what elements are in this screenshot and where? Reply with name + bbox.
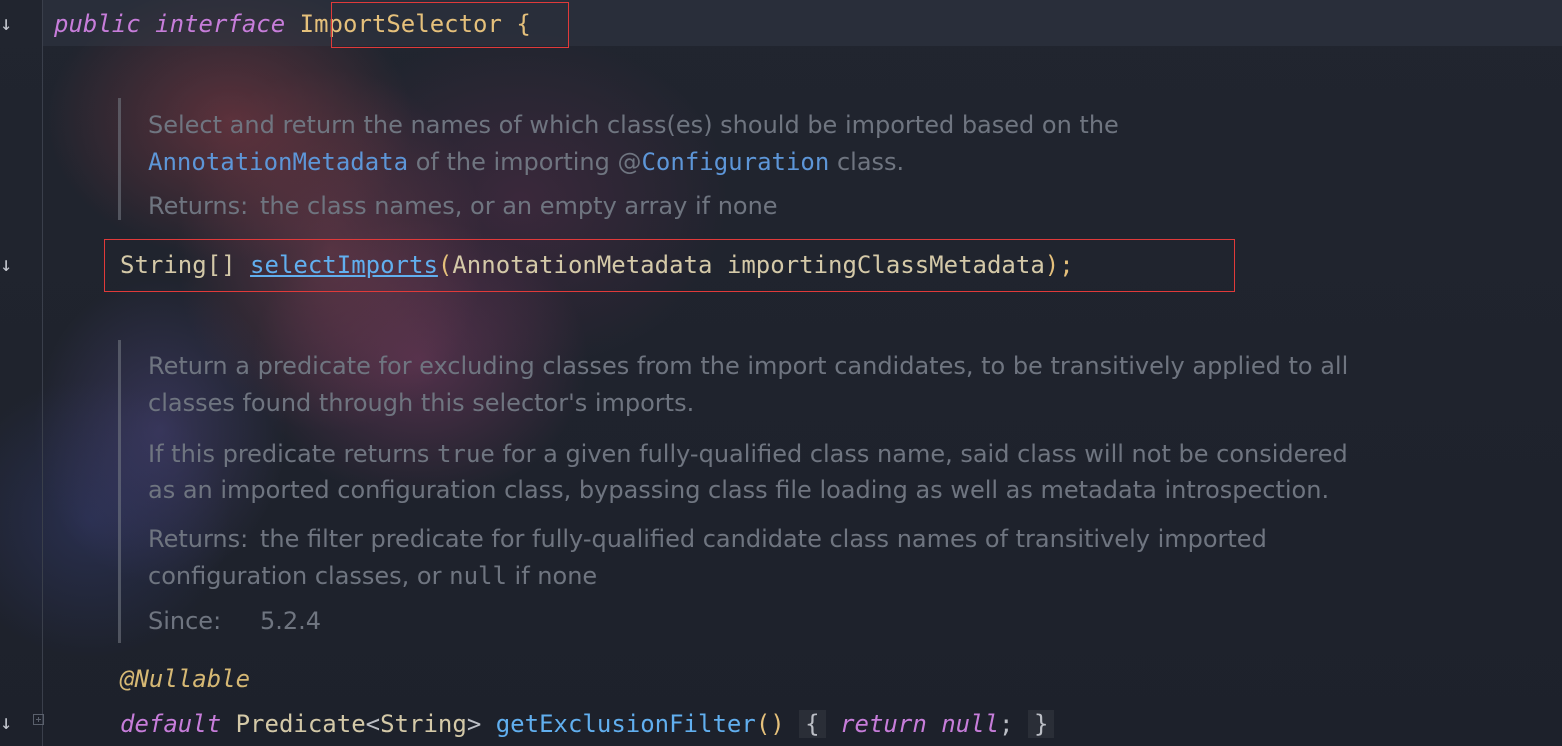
return-type: String[] [120, 251, 236, 279]
annotation-nullable[interactable]: @Nullable [120, 665, 250, 693]
doc-text: If this predicate returns [148, 440, 438, 468]
implemented-icon[interactable]: ↓ [0, 712, 14, 732]
method-name-select-imports[interactable]: selectImports [250, 251, 438, 279]
method-get-exclusion-filter-line[interactable]: default Predicate<String> getExclusionFi… [120, 710, 1055, 738]
open-brace: { [516, 10, 531, 38]
interface-declaration-line[interactable]: public interface ImportSelector { [54, 10, 531, 38]
close-paren-semicolon: ); [1044, 251, 1074, 279]
return-type: Predicate [235, 710, 366, 738]
open-paren: ( [437, 251, 453, 279]
doc-text: if none [506, 562, 598, 590]
doc-link-annotation-metadata[interactable]: AnnotationMetadata [148, 148, 408, 176]
doc-returns-tag: Returns: [148, 525, 249, 553]
folded-close-brace[interactable]: } [1027, 710, 1055, 738]
keyword-return: return [840, 710, 927, 738]
doc-comment-line: as an imported configuration class, bypa… [148, 476, 1330, 504]
generic-open: < [365, 710, 381, 738]
doc-comment-line: Return a predicate for excluding classes… [148, 352, 1349, 380]
doc-returns-tag: Returns: [148, 192, 249, 220]
param-name: importingClassMetadata [726, 251, 1045, 279]
implemented-icon[interactable]: ↓ [0, 13, 14, 33]
doc-comment-bar [118, 340, 121, 643]
keyword-public: public [54, 10, 141, 38]
folded-open-brace[interactable]: { [799, 710, 826, 738]
doc-text: for a given fully-qualified class name, … [494, 440, 1348, 468]
param-type: AnnotationMetadata [452, 251, 713, 279]
doc-link-configuration[interactable]: Configuration [641, 148, 829, 176]
doc-returns-line: configuration classes, or null if none [148, 558, 597, 594]
doc-comment-line: AnnotationMetadata of the importing @Con… [148, 144, 904, 180]
semicolon: ; [999, 710, 1014, 738]
keyword-interface: interface [155, 10, 286, 38]
implemented-icon[interactable]: ↓ [0, 254, 14, 274]
parens: () [755, 710, 785, 738]
doc-since-tag: Since: [148, 607, 222, 635]
interface-name[interactable]: ImportSelector [300, 10, 502, 38]
generic-type: String [380, 710, 467, 738]
doc-comment-bar [118, 98, 121, 220]
keyword-null: null [941, 710, 1000, 738]
doc-since-value: 5.2.4 [260, 607, 322, 635]
generic-close: > [466, 710, 482, 738]
doc-returns-line: Returns: the filter predicate for fully-q… [148, 521, 1267, 557]
doc-comment-line: classes found through this selector's im… [148, 389, 695, 417]
doc-comment-line: If this predicate returns true for a giv… [148, 436, 1348, 472]
doc-returns-text: the filter predicate for fully-qualified… [260, 525, 1267, 553]
gutter-divider [42, 0, 43, 746]
keyword-default: default [120, 710, 222, 738]
fold-toggle-icon[interactable] [33, 714, 44, 725]
doc-text: class. [829, 148, 905, 176]
annotation-text: @Nullable [120, 665, 251, 693]
doc-returns-line: Returns: the class names, or an empty arr… [148, 188, 778, 224]
doc-returns-text: the class names, or an empty array if no… [260, 192, 778, 220]
doc-since-line: Since: 5.2.4 [148, 603, 321, 639]
doc-comment-line: Select and return the names of which cla… [148, 111, 1119, 139]
method-name-get-exclusion-filter[interactable]: getExclusionFilter [496, 710, 756, 738]
doc-text: configuration classes, or [148, 562, 450, 590]
doc-code-null: null [449, 562, 507, 590]
doc-text: of the importing @ [408, 148, 642, 176]
method-select-imports-line[interactable]: String[] selectImports(AnnotationMetadat… [120, 251, 1074, 279]
doc-code-true: true [437, 440, 495, 468]
